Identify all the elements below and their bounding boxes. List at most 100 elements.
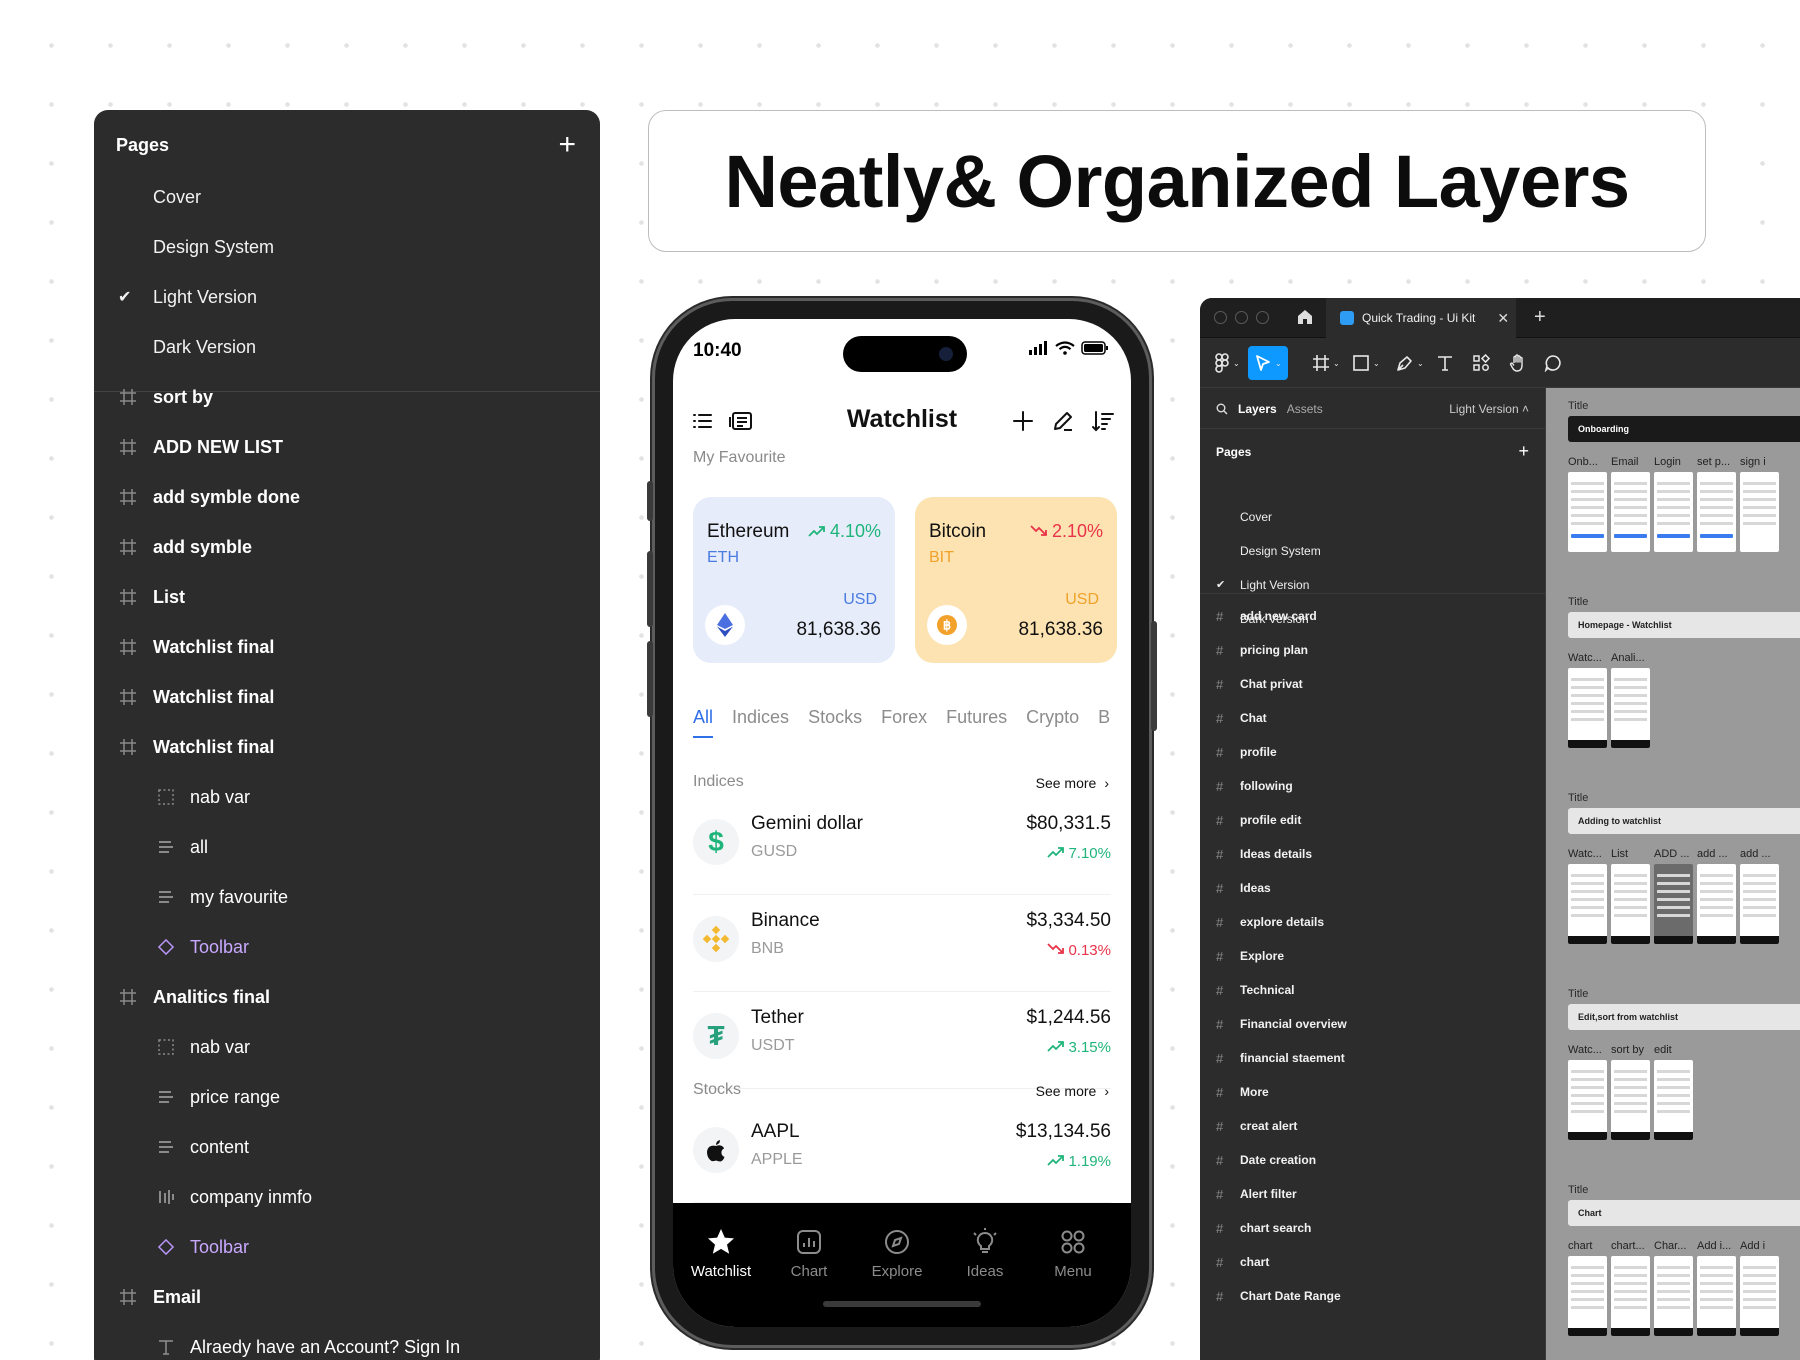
- figma-layer-item[interactable]: # Ideas details: [1216, 844, 1312, 864]
- figma-canvas[interactable]: Title Onboarding Onb... Email Login set p... s…: [1546, 388, 1800, 1360]
- shape-tool-button[interactable]: ⌄: [1352, 346, 1380, 380]
- resources-tool-button[interactable]: [1472, 346, 1490, 380]
- frame-thumbnail[interactable]: [1654, 1060, 1693, 1140]
- figma-add-page-icon[interactable]: +: [1518, 442, 1529, 460]
- page-item[interactable]: Design System: [94, 222, 600, 272]
- close-tab-icon[interactable]: ✕: [1497, 310, 1509, 327]
- frame-thumbnail[interactable]: [1740, 472, 1779, 552]
- tab-crypto[interactable]: Crypto: [1026, 707, 1079, 728]
- frame-thumbnail[interactable]: [1568, 864, 1607, 944]
- home-icon[interactable]: [1296, 308, 1314, 326]
- layer-item[interactable]: Alraedy have an Account? Sign In: [94, 1322, 600, 1360]
- asset-row[interactable]: Binance BNB $3,334.50 0.13%: [693, 894, 1111, 992]
- figma-layer-item[interactable]: # Date creation: [1216, 1150, 1316, 1170]
- figma-layer-item[interactable]: # Explore: [1216, 946, 1284, 966]
- figma-layer-item[interactable]: # Chat privat: [1216, 674, 1303, 694]
- figma-layer-item[interactable]: # explore details: [1216, 912, 1324, 932]
- nav-explore[interactable]: Explore: [857, 1227, 937, 1280]
- section-bar[interactable]: Onboarding: [1568, 416, 1800, 442]
- layer-item[interactable]: add symble done: [94, 472, 600, 522]
- hand-tool-button[interactable]: [1508, 346, 1528, 380]
- figma-layer-item[interactable]: # chart: [1216, 1252, 1269, 1272]
- comment-tool-button[interactable]: [1544, 346, 1562, 380]
- page-item[interactable]: Cover: [94, 172, 600, 222]
- file-tab[interactable]: Quick Trading - Ui Kit ✕: [1326, 298, 1516, 338]
- see-more-stocks[interactable]: See more ›: [1036, 1083, 1109, 1099]
- figma-layer-item[interactable]: # profile: [1216, 742, 1277, 762]
- layer-item[interactable]: content: [94, 1122, 600, 1172]
- figma-layer-item[interactable]: # financial staement: [1216, 1048, 1345, 1068]
- minimize-window-button[interactable]: [1235, 311, 1248, 324]
- nav-chart[interactable]: Chart: [769, 1227, 849, 1280]
- section-bar[interactable]: Edit,sort from watchlist: [1568, 1004, 1800, 1030]
- frame-thumbnail[interactable]: [1654, 864, 1693, 944]
- layer-item[interactable]: Analitics final: [94, 972, 600, 1022]
- layer-item[interactable]: add symble: [94, 522, 600, 572]
- figma-layer-item[interactable]: # profile edit: [1216, 810, 1301, 830]
- layer-item[interactable]: price range: [94, 1072, 600, 1122]
- frame-thumbnail[interactable]: [1611, 1256, 1650, 1336]
- favourite-card[interactable]: Bitcoin BIT 2.10% USD 81,638.36 ฿: [915, 497, 1117, 663]
- layer-item[interactable]: Watchlist final: [94, 672, 600, 722]
- layer-item[interactable]: nab var: [94, 1022, 600, 1072]
- tab-stocks[interactable]: Stocks: [808, 707, 862, 728]
- edit-icon[interactable]: [1049, 407, 1077, 435]
- asset-row[interactable]: AAPL APPLE $13,134.56 1.19%: [693, 1105, 1111, 1203]
- layer-item[interactable]: nab var: [94, 772, 600, 822]
- layer-item[interactable]: List: [94, 572, 600, 622]
- layer-item[interactable]: Watchlist final: [94, 722, 600, 772]
- layer-item[interactable]: company inmfo: [94, 1172, 600, 1222]
- assets-tab[interactable]: Assets: [1287, 402, 1323, 416]
- figma-layer-item[interactable]: # following: [1216, 776, 1293, 796]
- layer-item[interactable]: Toolbar: [94, 922, 600, 972]
- layer-item[interactable]: Toolbar: [94, 1222, 600, 1272]
- figma-layer-item[interactable]: # Alert filter: [1216, 1184, 1297, 1204]
- frame-thumbnail[interactable]: [1740, 864, 1779, 944]
- page-item[interactable]: ✔ Light Version: [94, 272, 600, 322]
- nav-menu[interactable]: Menu: [1033, 1227, 1113, 1280]
- layer-item[interactable]: all: [94, 822, 600, 872]
- nav-watchlist[interactable]: Watchlist: [681, 1227, 761, 1280]
- frame-thumbnail[interactable]: [1568, 1060, 1607, 1140]
- favourite-card[interactable]: Ethereum ETH 4.10% USD 81,638.36: [693, 497, 895, 663]
- frame-thumbnail[interactable]: [1697, 864, 1736, 944]
- section-bar[interactable]: Chart: [1568, 1200, 1800, 1226]
- add-page-icon[interactable]: +: [558, 130, 576, 160]
- section-bar[interactable]: Adding to watchlist: [1568, 808, 1800, 834]
- tab-indices[interactable]: Indices: [732, 707, 789, 728]
- figma-layer-item[interactable]: # Ideas: [1216, 878, 1271, 898]
- frame-tool-button[interactable]: ⌄: [1312, 346, 1340, 380]
- layer-item[interactable]: Email: [94, 1272, 600, 1322]
- figma-layer-item[interactable]: # add new card: [1216, 606, 1317, 626]
- frame-thumbnail[interactable]: [1611, 1060, 1650, 1140]
- figma-layer-item[interactable]: # Chart Date Range: [1216, 1286, 1341, 1306]
- add-icon[interactable]: [1009, 407, 1037, 435]
- layer-item[interactable]: ADD NEW LIST: [94, 422, 600, 472]
- main-menu-button[interactable]: ⌄: [1214, 346, 1240, 380]
- frame-thumbnail[interactable]: [1611, 668, 1650, 748]
- figma-layer-item[interactable]: # Financial overview: [1216, 1014, 1347, 1034]
- tab-forex[interactable]: Forex: [881, 707, 927, 728]
- version-dropdown[interactable]: Light Version ˄: [1449, 402, 1529, 416]
- layer-item[interactable]: Watchlist final: [94, 622, 600, 672]
- asset-row[interactable]: $ Gemini dollar GUSD $80,331.5 7.10%: [693, 797, 1111, 895]
- tab-b[interactable]: B: [1098, 707, 1110, 728]
- frame-thumbnail[interactable]: [1740, 1256, 1779, 1336]
- frame-thumbnail[interactable]: [1654, 472, 1693, 552]
- figma-page-item[interactable]: Cover: [1240, 510, 1272, 524]
- frame-thumbnail[interactable]: [1568, 472, 1607, 552]
- frame-thumbnail[interactable]: [1568, 1256, 1607, 1336]
- close-window-button[interactable]: [1214, 311, 1227, 324]
- nav-ideas[interactable]: Ideas: [945, 1227, 1025, 1280]
- figma-layer-item[interactable]: # Technical: [1216, 980, 1294, 1000]
- figma-layer-item[interactable]: # chart search: [1216, 1218, 1311, 1238]
- asset-row[interactable]: ₮ Tether USDT $1,244.56 3.15%: [693, 991, 1111, 1089]
- tab-all[interactable]: All: [693, 707, 714, 738]
- figma-layer-item[interactable]: # More: [1216, 1082, 1269, 1102]
- section-bar[interactable]: Homepage - Watchlist: [1568, 612, 1800, 638]
- page-item[interactable]: Dark Version: [94, 322, 600, 372]
- layers-tab[interactable]: Layers: [1238, 402, 1277, 416]
- figma-page-item[interactable]: ✔ Light Version: [1216, 578, 1309, 592]
- frame-thumbnail[interactable]: [1611, 864, 1650, 944]
- figma-layer-item[interactable]: # Chat: [1216, 708, 1267, 728]
